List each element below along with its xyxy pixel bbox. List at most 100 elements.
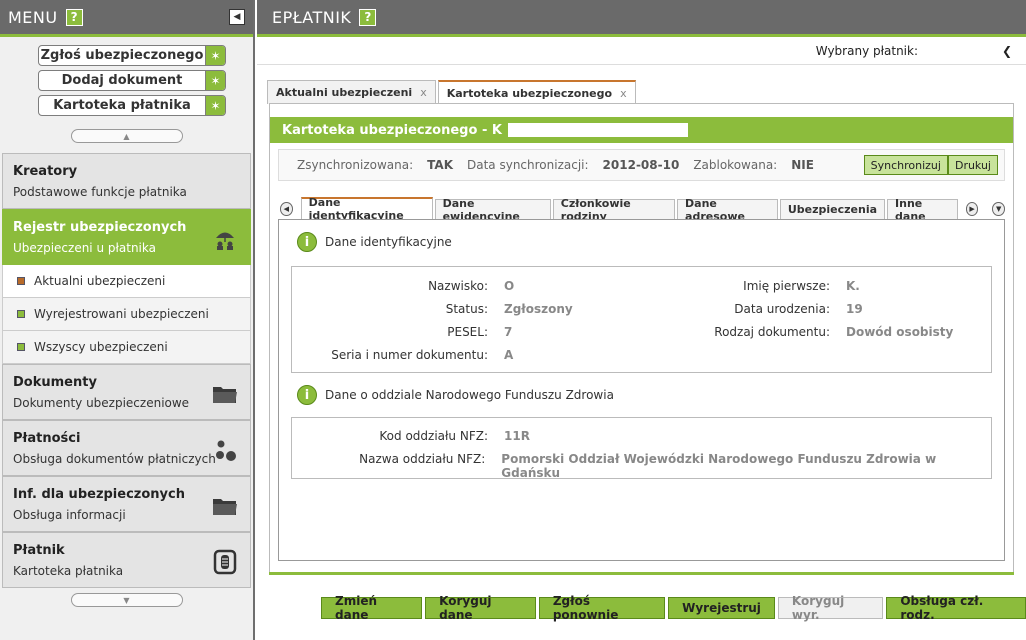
document-label: Seria i numer dokumentu: (331, 348, 488, 362)
folder-icon (212, 493, 238, 519)
scroll-up-button[interactable]: ▲ (70, 129, 183, 143)
section-title: Inf. dla ubezpieczonych (13, 487, 185, 502)
quick-action-payer-record[interactable]: Kartoteka płatnika ✶ (38, 95, 226, 116)
identity-section-heading: i Dane identyfikacyjne (279, 220, 1004, 252)
birthdate-label: Data urodzenia: (734, 302, 830, 316)
sidebar-section-payments[interactable]: Płatności Obsługa dokumentów płatniczych (2, 420, 251, 476)
quick-actions: Zgłoś ubezpieczonego ✶ Dodaj dokument ✶ … (0, 37, 253, 143)
sync-date-value: 2012-08-10 (602, 158, 680, 172)
deregister-button[interactable]: Wyrejestruj (668, 597, 775, 619)
sidebar-section-insured-register[interactable]: Rejestr ubezpieczonych Ubezpieczeni u pł… (2, 209, 251, 265)
section-subtitle: Dokumenty ubezpieczeniowe (13, 396, 190, 410)
change-data-button[interactable]: Zmień dane (321, 594, 423, 622)
menu-help-icon[interactable]: ? (65, 8, 83, 26)
payer-selector-row: Wybrany płatnik: (257, 37, 1026, 65)
correct-data-button[interactable]: Koryguj dane (425, 594, 536, 622)
sidebar-item-deregistered-insured[interactable]: Wyrejestrowani ubezpieczeni (2, 298, 251, 331)
bullet-square-icon (17, 277, 25, 285)
identity-heading-text: Dane identyfikacyjne (325, 235, 452, 249)
report-again-button[interactable]: Zgłoś ponownie (538, 594, 666, 622)
nfz-name-label: Nazwa oddziału NFZ: (359, 452, 486, 466)
family-members-button[interactable]: Obsługa czł. rodz. (886, 594, 1026, 622)
chevron-up-icon: ▲ (123, 131, 130, 141)
close-icon[interactable]: x (420, 86, 427, 99)
section-subtitle: Ubezpieczeni u płatnika (13, 241, 156, 255)
sidebar: MENU ? ◀ Zgłoś ubezpieczonego ✶ Dodaj do… (0, 0, 255, 640)
magic-wand-icon: ✶ (205, 96, 225, 115)
synced-label: Zsynchronizowana: (297, 158, 414, 172)
firstname-row: Imię pierwsze: K. (672, 279, 860, 293)
nfz-name-value: Pomorski Oddział Wojewódzki Narodowego F… (501, 452, 937, 480)
menu-header: MENU ? ◀ (0, 0, 253, 37)
coins-icon (212, 437, 238, 463)
chevron-down-icon: ▼ (123, 595, 130, 605)
pesel-value: 7 (504, 325, 513, 339)
tab-other-data[interactable]: Inne dane (887, 197, 958, 223)
info-icon: i (297, 232, 317, 252)
birthdate-row: Data urodzenia: 19 (672, 302, 863, 316)
sidebar-item-current-insured[interactable]: Aktualni ubezpieczeni (2, 265, 251, 298)
folder-icon (212, 381, 238, 407)
close-icon[interactable]: x (620, 87, 627, 100)
chevron-left-icon[interactable]: ❮ (1002, 44, 1012, 58)
tab-identity-data[interactable]: Dane identyfikacyjne (300, 196, 433, 222)
redacted-name (507, 123, 688, 137)
outer-tabs: Aktualni ubezpieczeni x Kartoteka ubezpi… (267, 80, 638, 104)
info-icon: i (297, 385, 317, 405)
status-label: Status: (445, 302, 488, 316)
panel-title: Kartoteka ubezpieczonego - K (270, 117, 1013, 143)
sidebar-item-label: Wszyscy ubezpieczeni (34, 340, 168, 354)
print-button[interactable]: Drukuj (947, 155, 998, 175)
tab-content: i Dane identyfikacyjne Nazwisko: O Statu… (278, 219, 1005, 561)
sidebar-item-label: Aktualni ubezpieczeni (34, 274, 166, 288)
card-file-icon (212, 549, 238, 575)
birthdate-value: 19 (846, 302, 863, 316)
tabs-scroll-left-icon[interactable]: ◀ (280, 202, 293, 216)
document-row: Seria i numer dokumentu: A (322, 348, 513, 362)
main-help-icon[interactable]: ? (359, 8, 377, 26)
synchronize-button[interactable]: Synchronizuj (863, 155, 948, 175)
synced-value: TAK (427, 158, 453, 172)
tab-label: Ubezpieczenia (787, 203, 878, 216)
scroll-down-button[interactable]: ▼ (70, 593, 183, 607)
tab-current-insured[interactable]: Aktualni ubezpieczeni x (267, 80, 436, 104)
collapse-menu-icon[interactable]: ◀ (229, 9, 245, 25)
firstname-label: Imię pierwsze: (743, 279, 830, 293)
sidebar-section-insured-info[interactable]: Inf. dla ubezpieczonych Obsługa informac… (2, 476, 251, 532)
section-subtitle: Kartoteka płatnika (13, 564, 124, 578)
sidebar-item-label: Wyrejestrowani ubezpieczeni (34, 307, 209, 321)
surname-row: Nazwisko: O (322, 279, 514, 293)
quick-action-label: Zgłoś ubezpieczonego (40, 48, 204, 63)
tab-insured-record[interactable]: Kartoteka ubezpieczonego x (437, 80, 636, 104)
surname-label: Nazwisko: (428, 279, 488, 293)
nfz-code-row: Kod oddziału NFZ: 11R (322, 429, 530, 443)
nfz-fieldset: Kod oddziału NFZ: 11R Nazwa oddziału NFZ… (291, 417, 992, 480)
tab-register-data[interactable]: Dane ewidencyjne (434, 197, 551, 223)
identity-fieldset: Nazwisko: O Status: Zgłoszony PESEL: 7 S… (291, 266, 992, 373)
surname-value: O (504, 279, 515, 293)
section-subtitle: Podstawowe funkcje płatnika (13, 185, 187, 199)
section-title: Kreatory (13, 164, 78, 179)
status-value: Zgłoszony (504, 302, 573, 316)
sidebar-section-documents[interactable]: Dokumenty Dokumenty ubezpieczeniowe (2, 364, 251, 420)
section-subtitle: Obsługa dokumentów płatniczych (13, 452, 216, 466)
sidebar-section-creators[interactable]: Kreatory Podstawowe funkcje płatnika (2, 153, 251, 209)
quick-action-report-insured[interactable]: Zgłoś ubezpieczonego ✶ (38, 45, 226, 66)
doctype-value: Dowód osobisty (846, 325, 954, 339)
sidebar-item-all-insured[interactable]: Wszyscy ubezpieczeni (2, 331, 251, 364)
tabs-dropdown-icon[interactable]: ▼ (992, 202, 1005, 216)
tab-label: Aktualni ubezpieczeni (276, 86, 413, 99)
inner-tabs: ◀ Dane identyfikacyjne Dane ewidencyjne … (280, 196, 1005, 223)
tabs-scroll-right-icon[interactable]: ▶ (965, 202, 979, 216)
bullet-square-icon (17, 310, 25, 318)
sidebar-section-payer[interactable]: Płatnik Kartoteka płatnika (2, 532, 251, 588)
section-title: Dokumenty (13, 375, 97, 390)
quick-action-add-document[interactable]: Dodaj dokument ✶ (38, 70, 226, 91)
correct-deregistration-button[interactable]: Koryguj wyr. (777, 594, 884, 622)
quick-action-label: Kartoteka płatnika (53, 98, 191, 113)
tab-family-members[interactable]: Członkowie rodziny (552, 197, 676, 223)
doctype-label: Rodzaj dokumentu: (714, 325, 830, 339)
tab-address-data[interactable]: Dane adresowe (677, 197, 778, 223)
section-subtitle: Obsługa informacji (13, 508, 126, 522)
tab-insurances[interactable]: Ubezpieczenia (779, 199, 886, 219)
